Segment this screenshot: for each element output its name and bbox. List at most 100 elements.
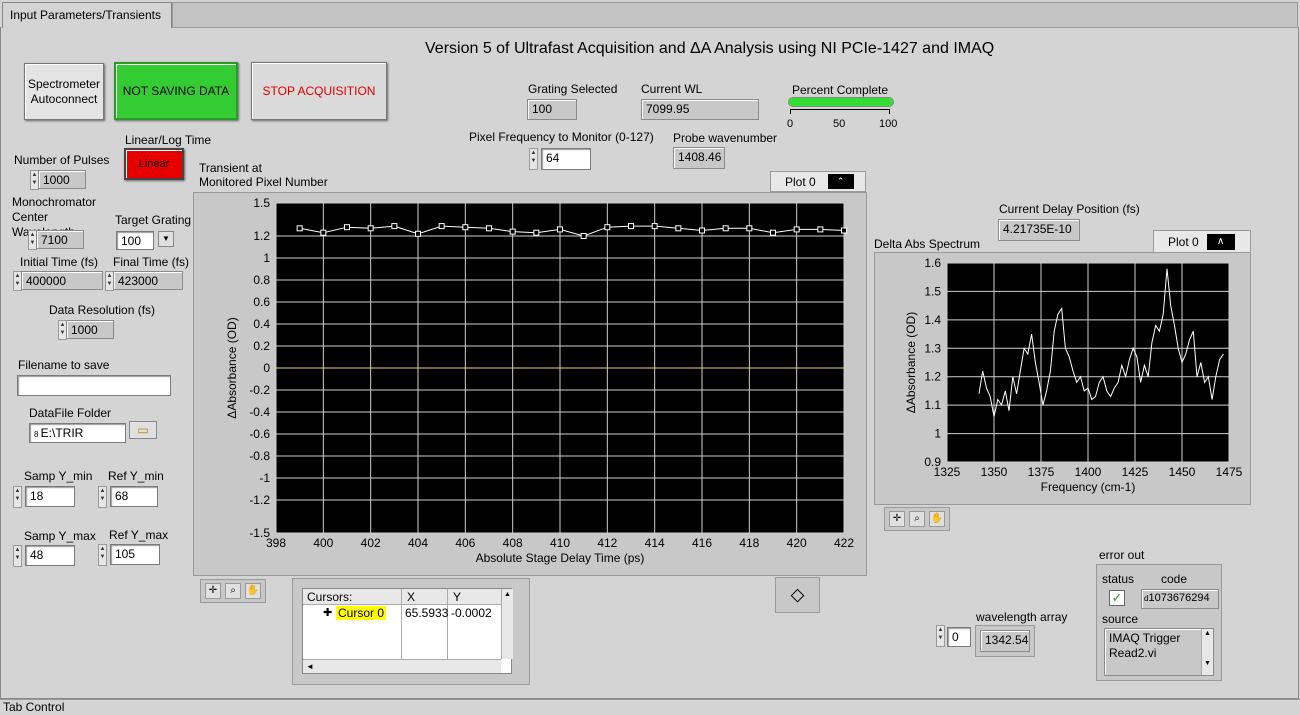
final-time-field[interactable]: 423000: [113, 271, 183, 290]
y-tick-label: 1.4: [924, 313, 941, 327]
x-tick-label: 1425: [1122, 465, 1149, 479]
data-point: [486, 225, 492, 232]
samp-ymin-field[interactable]: 18: [25, 486, 75, 507]
filename-label: Filename to save: [18, 358, 110, 372]
cursor-vscroll[interactable]: ▲: [501, 589, 513, 659]
spectrum-legend-label: Plot 0: [1168, 234, 1199, 249]
y-tick-label: 1: [263, 251, 270, 265]
error-out-label: error out: [1099, 548, 1145, 562]
folder-path-input[interactable]: 8 E:\TRIR: [29, 423, 126, 443]
y-tick-label: 0.6: [253, 295, 270, 309]
zoom-tool-icon[interactable]: ⌕: [909, 511, 925, 527]
browse-folder-button[interactable]: ▭: [129, 421, 157, 439]
zoom-tool-icon[interactable]: ⌕: [225, 583, 241, 599]
x-tick-label: 404: [408, 536, 428, 550]
percent-tick-100: 100: [879, 118, 898, 130]
y-tick-label: 0: [263, 361, 270, 375]
error-code-text: 1073676294: [1148, 592, 1210, 604]
cursor-tool-icon[interactable]: ✛: [205, 583, 221, 599]
samp-ymin-label: Samp Y_min: [24, 469, 93, 483]
error-out-cluster: status code ✓ d1073676294 source IMAQ Tr…: [1096, 564, 1222, 681]
data-point: [438, 223, 445, 230]
stop-acquisition-button[interactable]: STOP ACQUISITION: [251, 62, 387, 120]
x-tick-label: 414: [645, 536, 665, 550]
x-axis-label: Frequency (cm-1): [1041, 480, 1136, 494]
cursor-tool-icon[interactable]: ✛: [889, 511, 905, 527]
spectrometer-autoconnect-button[interactable]: Spectrometer Autoconnect: [24, 63, 104, 120]
transient-plot-legend[interactable]: Plot 0 ⌃: [770, 171, 866, 192]
cursor-row[interactable]: ✚ Cursor 0 65.5933 -0.0002: [303, 606, 497, 622]
cursor-x-value: 65.5933: [405, 606, 449, 620]
resolution-field[interactable]: 1000: [66, 320, 114, 339]
ref-ymin-stepper[interactable]: ▲ ▼: [98, 486, 107, 508]
wavelength-index-field[interactable]: 0: [947, 627, 971, 647]
data-point: [651, 223, 658, 230]
cursor-header-x: X: [407, 590, 416, 604]
cursor-hscroll[interactable]: ◄: [303, 659, 501, 673]
grating-selected-label: Grating Selected: [528, 82, 618, 96]
data-point: [604, 224, 611, 231]
cursor-legend-body: Cursors: X Y ✚ Cursor 0 65.5933 -0.0002 …: [302, 588, 513, 674]
data-point: [580, 233, 587, 239]
y-tick-label: 1.2: [253, 229, 270, 243]
x-tick-label: 1475: [1216, 465, 1243, 479]
data-point: [533, 229, 540, 236]
data-point: [841, 227, 847, 234]
target-grating-dropdown[interactable]: ▼: [158, 231, 174, 247]
x-tick-label: 1375: [1028, 465, 1055, 479]
y-tick-label: 1.2: [924, 370, 941, 384]
data-point: [746, 225, 753, 232]
error-source-scrollbar[interactable]: ▲ ▼: [1201, 629, 1213, 675]
transient-graph: 398 400 402 404 406 408 410 412 414 416 418 420 422-…: [193, 192, 867, 576]
ref-ymax-stepper[interactable]: ▲ ▼: [98, 544, 107, 566]
cursor-move-button[interactable]: ⬦: [775, 577, 820, 613]
saving-data-button[interactable]: NOT SAVING DATA: [114, 62, 238, 120]
tab-control-label: Tab Control: [0, 699, 1300, 715]
y-tick-label: 1.3: [924, 341, 941, 355]
wavelength-array-label: wavelength array: [976, 610, 1068, 624]
cursor-col-divider-2: [447, 589, 448, 659]
x-tick-label: 412: [597, 536, 617, 550]
mono-field[interactable]: 7100: [36, 230, 84, 249]
pulses-field[interactable]: 1000: [38, 170, 86, 189]
filename-input[interactable]: [17, 375, 171, 396]
data-point: [415, 230, 421, 237]
tab-input-parameters[interactable]: Input Parameters/Transients: [2, 2, 172, 28]
error-source-value: IMAQ Trigger Read2.vi: [1104, 628, 1214, 676]
samp-ymax-stepper[interactable]: ▲ ▼: [13, 545, 22, 567]
spectrum-plot-svg[interactable]: 1325 1350 1375 1400 1425 1450 14750.911.11.21.…: [875, 253, 1252, 506]
transient-plot-svg[interactable]: 398 400 402 404 406 408 410 412 414 416 418 420 422-…: [194, 193, 868, 577]
data-point: [699, 227, 705, 234]
x-tick-label: 400: [313, 536, 333, 550]
tab-strip-fill: [172, 2, 1298, 28]
pulses-label: Number of Pulses: [14, 153, 110, 167]
y-tick-label: 0.9: [924, 455, 941, 469]
samp-ymax-label: Samp Y_max: [24, 529, 96, 543]
cursor-col-divider-1: [401, 589, 402, 659]
wavelength-index-stepper[interactable]: ▲ ▼: [936, 625, 945, 647]
pixel-frequency-field[interactable]: 64: [541, 148, 591, 170]
y-tick-label: -1.5: [249, 526, 270, 540]
ref-ymax-field[interactable]: 105: [110, 544, 160, 565]
initial-time-field[interactable]: 400000: [21, 271, 103, 290]
x-tick-label: 420: [787, 536, 807, 550]
y-tick-label: 1.1: [924, 398, 941, 412]
transient-legend-label: Plot 0: [785, 174, 816, 189]
pan-tool-icon[interactable]: ✋: [245, 583, 261, 599]
pan-tool-icon[interactable]: ✋: [929, 511, 945, 527]
spectrum-plot-legend[interactable]: Plot 0 ∧: [1153, 230, 1251, 253]
samp-ymin-stepper[interactable]: ▲ ▼: [13, 486, 22, 508]
x-tick-label: 418: [739, 536, 759, 550]
samp-ymax-field[interactable]: 48: [25, 545, 75, 566]
error-status-checkbox: ✓: [1109, 590, 1125, 606]
percent-tick-0: 0: [787, 118, 794, 130]
plot-style-icon: ∧: [1206, 233, 1235, 250]
data-point: [557, 226, 563, 233]
pixel-frequency-stepper[interactable]: ▲ ▼: [529, 148, 538, 170]
data-point: [793, 226, 800, 233]
target-grating-field[interactable]: 100: [116, 231, 154, 250]
ref-ymin-field[interactable]: 68: [110, 486, 158, 507]
percent-complete-label: Percent Complete: [792, 83, 889, 97]
linear-log-toggle[interactable]: Linear: [124, 148, 184, 180]
y-tick-label: 0.8: [253, 273, 270, 287]
